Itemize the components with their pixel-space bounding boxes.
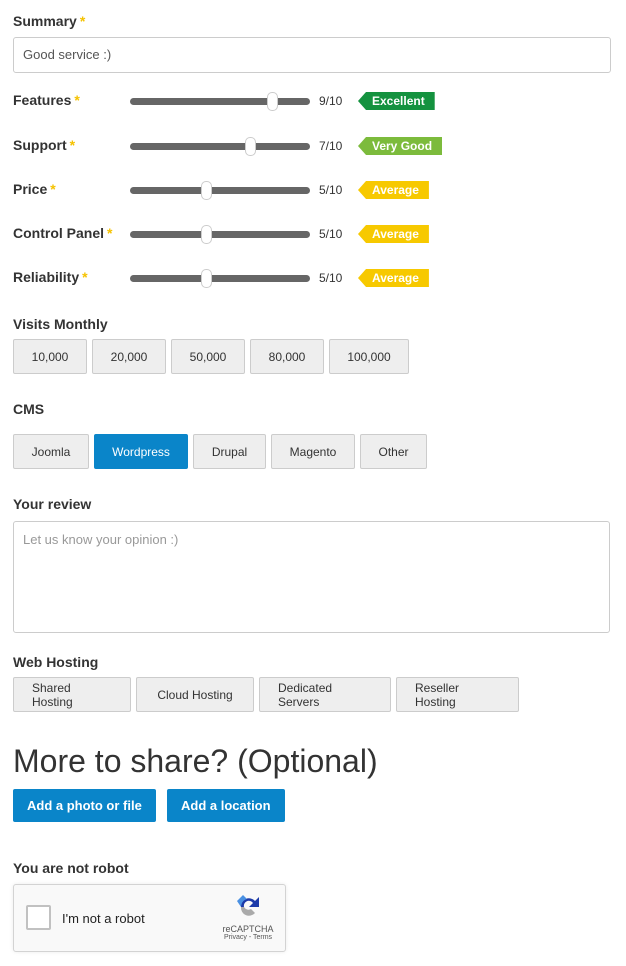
add-photo-button[interactable]: Add a photo or file xyxy=(13,789,156,822)
summary-label: Summary * xyxy=(13,13,86,29)
review-textarea[interactable] xyxy=(13,521,610,633)
recaptcha-widget: I'm not a robot reCAPTCHA Privacy - Term… xyxy=(13,884,286,952)
slider-thumb[interactable] xyxy=(267,92,278,111)
rating-label: Reliability * xyxy=(13,269,88,285)
rating-label: Price * xyxy=(13,181,56,197)
cms-option[interactable]: Joomla xyxy=(13,434,89,469)
rating-row: Support * 7/10 Very Good xyxy=(0,134,626,158)
rating-row: Reliability * 5/10 Average xyxy=(0,266,626,290)
robot-checkbox-label: I'm not a robot xyxy=(62,911,145,926)
robot-label: You are not robot xyxy=(13,860,129,876)
cms-option[interactable]: Wordpress xyxy=(94,434,188,469)
rating-row: Control Panel * 5/10 Average xyxy=(0,222,626,246)
cms-label: CMS xyxy=(13,401,45,417)
cms-option[interactable]: Drupal xyxy=(193,434,266,469)
hosting-option[interactable]: Cloud Hosting xyxy=(136,677,254,712)
slider-thumb[interactable] xyxy=(201,225,212,244)
rating-score: 7/10 xyxy=(319,139,343,153)
rating-slider[interactable] xyxy=(130,269,310,288)
visits-option[interactable]: 10,000 xyxy=(13,339,87,374)
add-location-button[interactable]: Add a location xyxy=(167,789,285,822)
rating-score: 9/10 xyxy=(319,94,343,108)
recaptcha-brand: reCAPTCHA xyxy=(222,924,274,934)
more-title: More to share? (Optional) xyxy=(13,743,378,779)
cms-option[interactable]: Other xyxy=(360,434,427,469)
recaptcha-logo-icon xyxy=(237,895,259,916)
hosting-option[interactable]: Shared Hosting xyxy=(13,677,131,712)
rating-score: 5/10 xyxy=(319,227,343,241)
rating-slider[interactable] xyxy=(130,225,310,244)
visits-option[interactable]: 50,000 xyxy=(171,339,245,374)
rating-label: Control Panel * xyxy=(13,225,113,241)
visits-option[interactable]: 80,000 xyxy=(250,339,324,374)
slider-thumb[interactable] xyxy=(201,269,212,288)
review-label: Your review xyxy=(13,496,92,512)
visits-option[interactable]: 20,000 xyxy=(92,339,166,374)
hosting-label: Web Hosting xyxy=(13,654,99,670)
rating-badge: Excellent xyxy=(358,92,435,110)
visits-option[interactable]: 100,000 xyxy=(329,339,409,374)
rating-slider[interactable] xyxy=(130,92,310,111)
rating-badge: Average xyxy=(358,181,429,199)
recaptcha-links[interactable]: Privacy - Terms xyxy=(218,934,278,941)
slider-thumb[interactable] xyxy=(201,181,212,200)
rating-label: Features * xyxy=(13,92,80,108)
rating-score: 5/10 xyxy=(319,271,343,285)
rating-badge: Average xyxy=(358,269,429,287)
rating-slider[interactable] xyxy=(130,137,310,156)
visits-label: Visits Monthly xyxy=(13,316,108,332)
hosting-option[interactable]: Dedicated Servers xyxy=(259,677,391,712)
summary-input[interactable]: Good service :) xyxy=(13,37,611,73)
rating-score: 5/10 xyxy=(319,183,343,197)
slider-thumb[interactable] xyxy=(245,137,256,156)
robot-checkbox[interactable] xyxy=(26,905,51,930)
rating-slider[interactable] xyxy=(130,181,310,200)
rating-badge: Average xyxy=(358,225,429,243)
rating-label: Support * xyxy=(13,137,76,153)
rating-row: Features * 9/10 Excellent xyxy=(0,89,626,113)
rating-row: Price * 5/10 Average xyxy=(0,178,626,202)
cms-option[interactable]: Magento xyxy=(271,434,355,469)
rating-badge: Very Good xyxy=(358,137,443,155)
hosting-option[interactable]: Reseller Hosting xyxy=(396,677,519,712)
